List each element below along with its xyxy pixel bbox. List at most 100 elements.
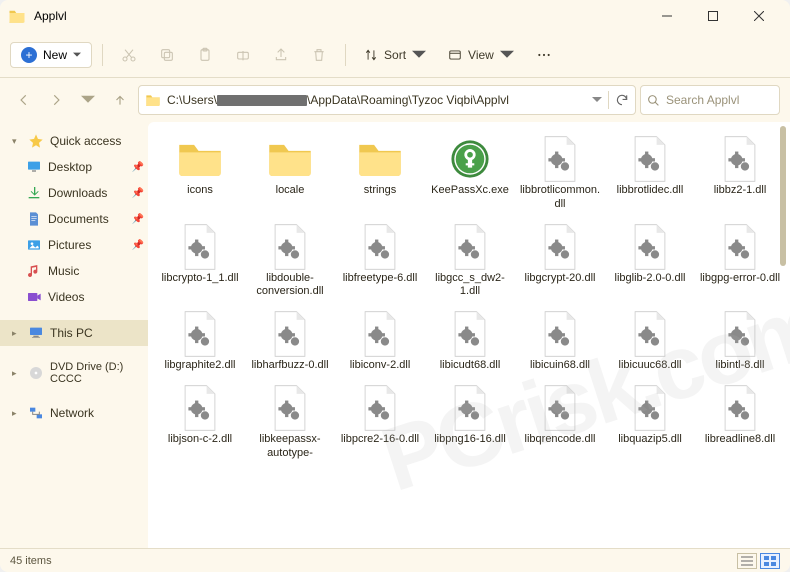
sidebar-item-pictures[interactable]: Pictures📌 <box>0 232 148 258</box>
file-item[interactable]: libintl-8.dll <box>696 305 784 377</box>
file-item[interactable]: strings <box>336 130 424 216</box>
file-name: libintl-8.dll <box>716 359 765 373</box>
dll-icon <box>712 309 768 359</box>
folder-icon <box>352 134 408 184</box>
file-item[interactable]: libbrotlicommon.dll <box>516 130 604 216</box>
new-button[interactable]: + New <box>10 42 92 68</box>
dll-icon <box>352 383 408 433</box>
file-item[interactable]: libqrencode.dll <box>516 379 604 465</box>
folder-icon <box>145 92 161 108</box>
window-title: Applvl <box>34 9 644 23</box>
view-icon <box>448 48 462 62</box>
file-item[interactable]: libharfbuzz-0.dll <box>246 305 334 377</box>
details-view-button[interactable] <box>737 553 757 569</box>
file-name: libicuin68.dll <box>530 359 590 373</box>
minimize-button[interactable] <box>644 0 690 32</box>
rename-button[interactable] <box>227 39 259 71</box>
up-button[interactable] <box>106 86 134 114</box>
file-name: libgcc_s_dw2-1.dll <box>428 272 512 300</box>
icons-view-button[interactable] <box>760 553 780 569</box>
file-name: libkeepassx-autotype-windows.dll <box>248 433 332 461</box>
sidebar-item-downloads[interactable]: Downloads📌 <box>0 180 148 206</box>
sidebar-item-desktop[interactable]: Desktop📌 <box>0 154 148 180</box>
close-button[interactable] <box>736 0 782 32</box>
refresh-icon[interactable] <box>615 93 629 107</box>
file-item[interactable]: icons <box>156 130 244 216</box>
sort-button[interactable]: Sort <box>356 44 434 66</box>
file-name: libcrypto-1_1.dll <box>161 272 238 286</box>
paste-button[interactable] <box>189 39 221 71</box>
dll-icon <box>622 383 678 433</box>
chevron-down-icon[interactable]: ▾ <box>12 136 22 147</box>
videos-icon <box>26 289 42 305</box>
pc-icon <box>28 325 44 341</box>
file-item[interactable]: libkeepassx-autotype-windows.dll <box>246 379 334 465</box>
chevron-right-icon[interactable]: ▸ <box>12 328 22 339</box>
item-count: 45 items <box>10 555 52 567</box>
chevron-right-icon[interactable]: ▸ <box>12 368 22 379</box>
sidebar-item-network[interactable]: ▸ Network <box>0 400 148 426</box>
cut-button[interactable] <box>113 39 145 71</box>
file-item[interactable]: libgraphite2.dll <box>156 305 244 377</box>
sidebar-item-videos[interactable]: Videos <box>0 284 148 310</box>
dll-icon <box>262 309 318 359</box>
share-button[interactable] <box>265 39 297 71</box>
file-item[interactable]: libquazip5.dll <box>606 379 694 465</box>
file-item[interactable]: libicuin68.dll <box>516 305 604 377</box>
file-item[interactable]: libdouble-conversion.dll <box>246 218 334 304</box>
file-item[interactable]: libpcre2-16-0.dll <box>336 379 424 465</box>
maximize-button[interactable] <box>690 0 736 32</box>
chevron-down-icon[interactable] <box>592 95 602 105</box>
sidebar-item-this-pc[interactable]: ▸ This PC <box>0 320 148 346</box>
sidebar-item-music[interactable]: Music <box>0 258 148 284</box>
file-name: libgcrypt-20.dll <box>525 272 596 286</box>
file-name: libpng16-16.dll <box>434 433 506 447</box>
sidebar-item-dvd[interactable]: ▸ DVD Drive (D:) CCCC <box>0 356 148 390</box>
file-item[interactable]: libbz2-1.dll <box>696 130 784 216</box>
dll-icon <box>352 309 408 359</box>
file-item[interactable]: libreadline8.dll <box>696 379 784 465</box>
sidebar-item-quick-access[interactable]: ▾ Quick access <box>0 128 148 154</box>
file-item[interactable]: libcrypto-1_1.dll <box>156 218 244 304</box>
file-item[interactable]: locale <box>246 130 334 216</box>
pin-icon: 📌 <box>132 162 144 173</box>
view-button[interactable]: View <box>440 44 522 66</box>
file-item[interactable]: libicudt68.dll <box>426 305 514 377</box>
exe-icon <box>442 134 498 184</box>
music-icon <box>26 263 42 279</box>
file-item[interactable]: libpng16-16.dll <box>426 379 514 465</box>
recent-button[interactable] <box>74 86 102 114</box>
sidebar-item-documents[interactable]: Documents📌 <box>0 206 148 232</box>
file-item[interactable]: libbrotlidec.dll <box>606 130 694 216</box>
file-list[interactable]: PCrisk.com iconslocalestringsKeePassXc.e… <box>148 122 790 548</box>
folder-icon <box>172 134 228 184</box>
scrollbar[interactable] <box>778 126 788 522</box>
chevron-right-icon[interactable]: ▸ <box>12 408 22 419</box>
file-item[interactable]: libglib-2.0-0.dll <box>606 218 694 304</box>
file-name: libfreetype-6.dll <box>343 272 418 286</box>
address-bar[interactable]: C:\Users\\AppData\Roaming\Tyzoc Viqbi\Ap… <box>138 85 636 115</box>
file-name: libjson-c-2.dll <box>168 433 232 447</box>
more-button[interactable] <box>528 39 560 71</box>
dll-icon <box>712 222 768 272</box>
file-name: libbrotlidec.dll <box>617 184 684 198</box>
dll-icon <box>532 309 588 359</box>
file-item[interactable]: libgpg-error-0.dll <box>696 218 784 304</box>
delete-button[interactable] <box>303 39 335 71</box>
file-item[interactable]: libfreetype-6.dll <box>336 218 424 304</box>
forward-button[interactable] <box>42 86 70 114</box>
file-item[interactable]: libicuuc68.dll <box>606 305 694 377</box>
dll-icon <box>442 222 498 272</box>
file-item[interactable]: libjson-c-2.dll <box>156 379 244 465</box>
file-item[interactable]: KeePassXc.exe <box>426 130 514 216</box>
file-item[interactable]: libiconv-2.dll <box>336 305 424 377</box>
search-input[interactable]: Search Applvl <box>640 85 780 115</box>
file-item[interactable]: libgcc_s_dw2-1.dll <box>426 218 514 304</box>
file-item[interactable]: libgcrypt-20.dll <box>516 218 604 304</box>
chevron-down-icon <box>73 51 81 59</box>
back-button[interactable] <box>10 86 38 114</box>
file-name: libgpg-error-0.dll <box>700 272 780 286</box>
copy-button[interactable] <box>151 39 183 71</box>
dll-icon <box>532 222 588 272</box>
dll-icon <box>172 383 228 433</box>
